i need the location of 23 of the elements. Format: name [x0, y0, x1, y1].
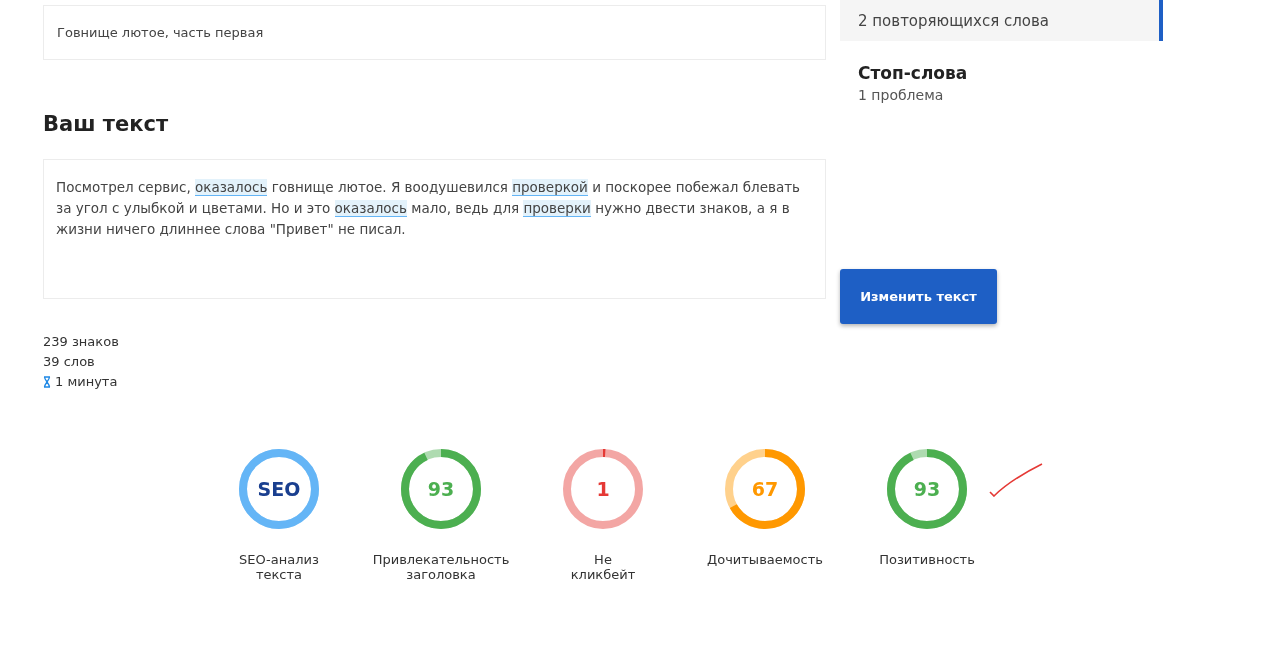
score-value: 93	[427, 478, 455, 500]
sidebar-item[interactable]: 2 повторяющихся слова	[840, 0, 1163, 41]
score-value: 93	[913, 478, 941, 500]
sidebar-item[interactable]: Стоп-слова 1 проблема	[840, 41, 1163, 113]
section-heading: Ваш текст	[43, 112, 170, 138]
score-label: Дочитываемость	[707, 552, 823, 567]
score-label: Привлекательность заголовка	[372, 552, 510, 582]
score-value: SEO	[257, 478, 301, 500]
score-label: Не кликбейт	[570, 552, 636, 582]
score-value: 1	[596, 478, 610, 500]
text-area[interactable]: Посмотрел сервис, оказалось говнище лютое. Я воодушевился проверкой и поскорее побежал блевать за угол с улыбкой и цветами. Но и это оказалось мало, ведь для проверки нужно двести знаков, а я в жизни ничего длиннее слова "Привет" не писал.	[43, 159, 826, 299]
reading-time: 1 минута	[55, 373, 118, 391]
checkmark-drawing	[988, 462, 1044, 498]
score-value: 67	[751, 478, 779, 500]
char-count: 239 знаков	[43, 333, 120, 351]
sidebar-label: 1 проблема	[858, 87, 945, 103]
score-label: Позитивность	[879, 552, 975, 567]
hourglass-icon	[43, 376, 51, 388]
edit-text-button[interactable]: Изменить текст	[840, 269, 997, 324]
score-label: SEO-анализ текста	[239, 552, 319, 582]
word-count: 39 слов	[43, 353, 96, 371]
title-field[interactable]: Говнище лютое, часть первая	[43, 5, 826, 60]
sidebar-title: Стоп-слова	[858, 63, 969, 83]
